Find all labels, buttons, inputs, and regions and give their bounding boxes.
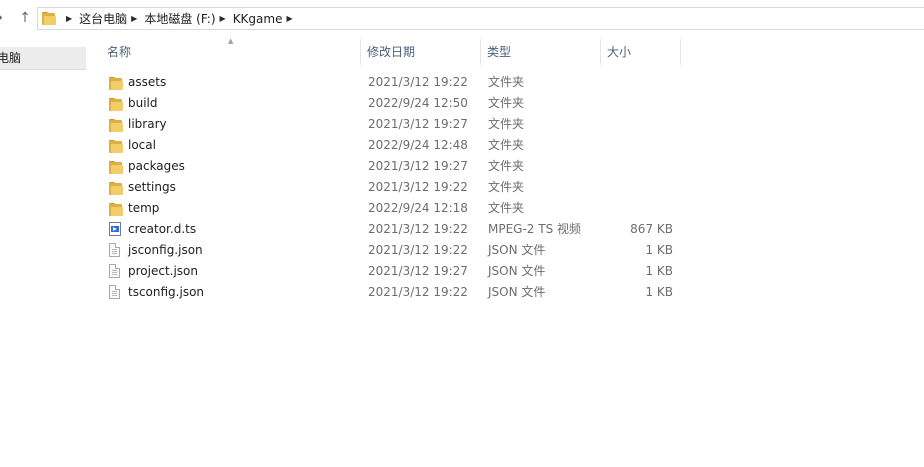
file-name: project.json: [128, 264, 198, 278]
folder-icon: [109, 74, 123, 95]
file-row[interactable]: assets 2021/3/12 19:22 文件夹: [101, 72, 681, 93]
column-header-name[interactable]: 名称: [101, 39, 361, 65]
file-name: settings: [128, 180, 176, 194]
nav-pane-item-this-pc[interactable]: 电脑: [0, 47, 86, 70]
file-type: 文件夹: [488, 117, 525, 131]
file-type: 文件夹: [488, 159, 525, 173]
file-size: 1 KB: [645, 243, 673, 257]
file-size: 1 KB: [645, 285, 673, 299]
file-row[interactable]: temp 2022/9/24 12:18 文件夹: [101, 198, 681, 219]
file-date: 2021/3/12 19:27: [368, 264, 468, 278]
file-date: 2021/3/12 19:22: [368, 180, 468, 194]
file-size: 1 KB: [645, 264, 673, 278]
file-name: tsconfig.json: [128, 285, 205, 299]
file-row[interactable]: settings 2021/3/12 19:22 文件夹: [101, 177, 681, 198]
file-date: 2021/3/12 19:22: [368, 243, 468, 257]
address-bar[interactable]: ▶ 这台电脑 ▶ 本地磁盘 (F:) ▶ KKgame ▶: [37, 7, 924, 30]
file-name: local: [128, 138, 156, 152]
file-date: 2022/9/24 12:18: [368, 201, 468, 215]
file-date: 2022/9/24 12:50: [368, 96, 468, 110]
chevron-right-icon[interactable]: ▶: [66, 14, 72, 23]
file-row[interactable]: packages 2021/3/12 19:27 文件夹: [101, 156, 681, 177]
file-type: 文件夹: [488, 201, 525, 215]
up-arrow-icon: ↑: [19, 10, 31, 26]
file-name: creator.d.ts: [128, 222, 197, 236]
chevron-right-icon[interactable]: ▶: [131, 14, 137, 23]
file-row[interactable]: library 2021/3/12 19:27 文件夹: [101, 114, 681, 135]
breadcrumb-kkgame[interactable]: KKgame: [233, 12, 283, 26]
file-row[interactable]: project.json 2021/3/12 19:27 JSON 文件 1 KB: [101, 261, 681, 282]
file-date: 2021/3/12 19:22: [368, 75, 468, 89]
chevron-right-icon[interactable]: ▶: [220, 14, 226, 23]
folder-icon: [109, 95, 123, 116]
file-name: temp: [128, 201, 160, 215]
file-date: 2021/3/12 19:27: [368, 117, 468, 131]
file-size: 867 KB: [630, 222, 673, 236]
file-date: 2021/3/12 19:22: [368, 222, 468, 236]
file-type: 文件夹: [488, 180, 525, 194]
folder-icon: [109, 200, 123, 221]
file-row[interactable]: tsconfig.json 2021/3/12 19:22 JSON 文件 1 KB: [101, 282, 681, 303]
nav-pane-item-label: 电脑: [0, 51, 22, 65]
folder-icon: [109, 158, 123, 179]
chevron-right-icon[interactable]: ▶: [286, 14, 292, 23]
column-header-type[interactable]: 类型: [481, 39, 601, 65]
file-name: library: [128, 117, 167, 131]
folder-icon: [109, 137, 123, 158]
back-arrow-icon: →: [0, 10, 3, 26]
file-type: JSON 文件: [488, 285, 546, 299]
back-button[interactable]: →: [0, 8, 14, 28]
file-name: assets: [128, 75, 167, 89]
file-name: build: [128, 96, 158, 110]
folder-icon: [109, 179, 123, 200]
breadcrumb-this-pc[interactable]: 这台电脑: [79, 10, 127, 27]
column-header-date[interactable]: 修改日期: [361, 39, 481, 65]
file-name: packages: [128, 159, 185, 173]
file-type: JSON 文件: [488, 243, 546, 257]
column-header-size[interactable]: 大小: [601, 39, 681, 65]
file-type: 文件夹: [488, 138, 525, 152]
file-date: 2021/3/12 19:22: [368, 285, 468, 299]
file-type: 文件夹: [488, 96, 525, 110]
file-row[interactable]: creator.d.ts 2021/3/12 19:22 MPEG-2 TS 视频 8…: [101, 219, 681, 240]
file-icon: [109, 285, 120, 306]
file-date: 2022/9/24 12:48: [368, 138, 468, 152]
file-type: JSON 文件: [488, 264, 546, 278]
folder-icon: [109, 116, 123, 137]
file-row[interactable]: jsconfig.json 2021/3/12 19:22 JSON 文件 1 KB: [101, 240, 681, 261]
breadcrumb-local-disk[interactable]: 本地磁盘 (F:): [144, 10, 215, 27]
folder-icon: [42, 11, 56, 25]
file-row[interactable]: local 2022/9/24 12:48 文件夹: [101, 135, 681, 156]
file-type: 文件夹: [488, 75, 525, 89]
file-type: MPEG-2 TS 视频: [488, 222, 582, 236]
file-row[interactable]: build 2022/9/24 12:50 文件夹: [101, 93, 681, 114]
up-button[interactable]: ↑: [17, 8, 33, 28]
file-name: jsconfig.json: [128, 243, 203, 257]
file-date: 2021/3/12 19:27: [368, 159, 468, 173]
